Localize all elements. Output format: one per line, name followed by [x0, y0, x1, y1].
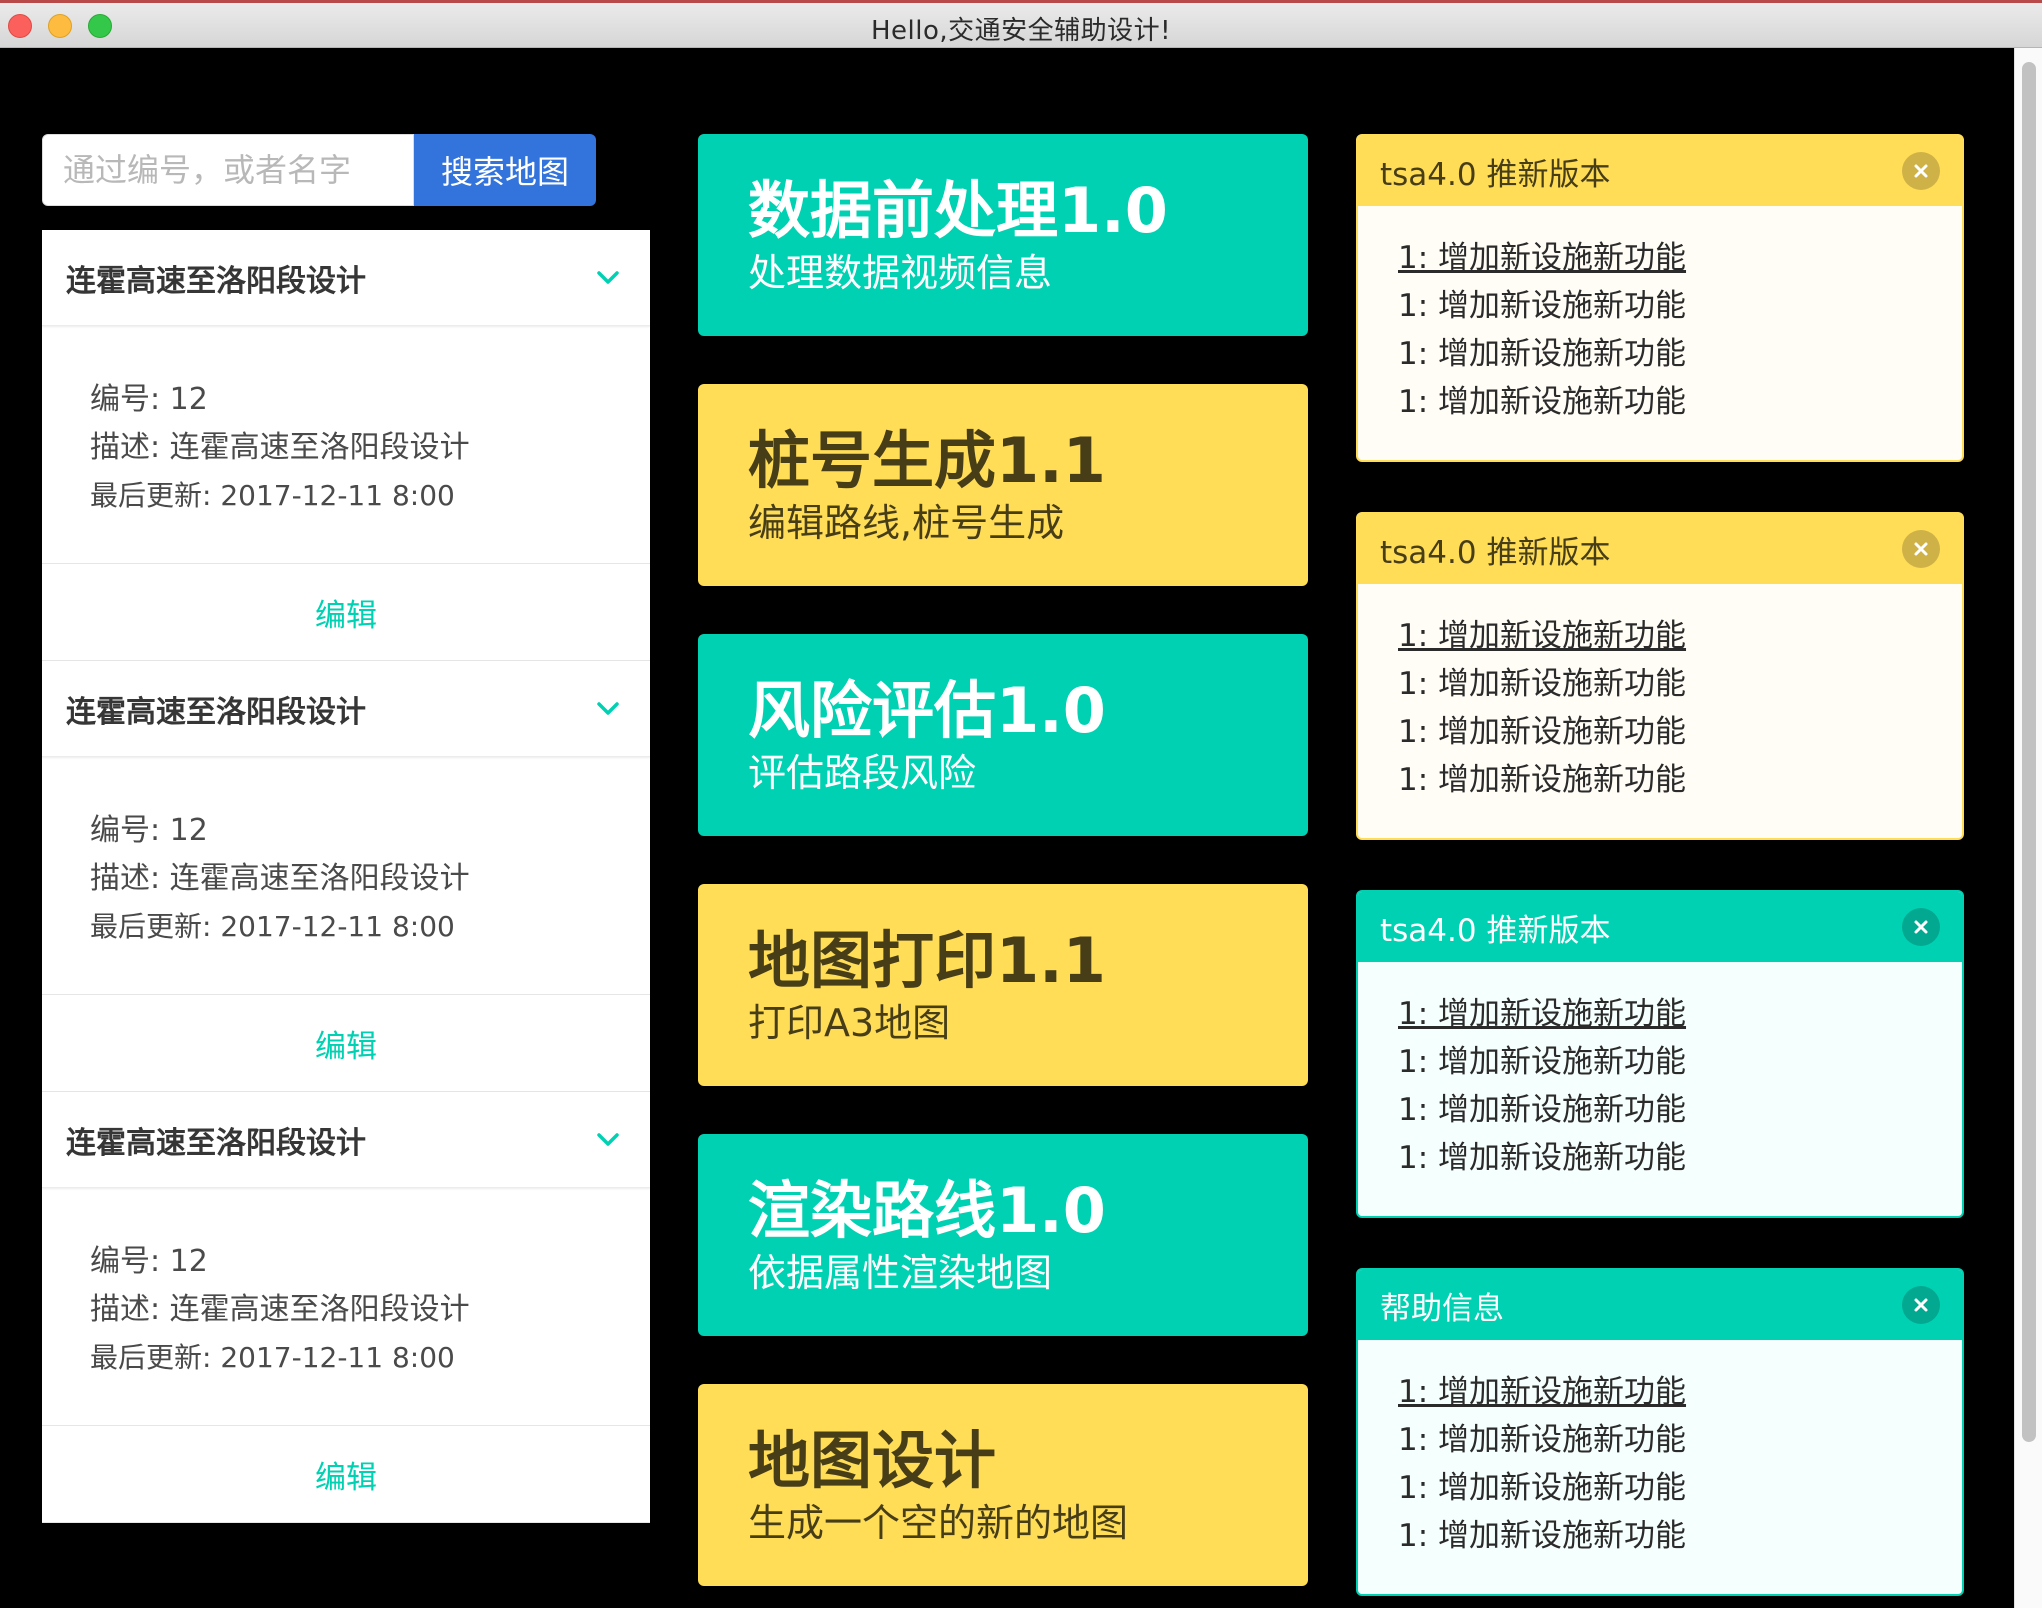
release-notes-message: tsa4.0 推新版本 1: 增加新设施新功能 1: 增加新设施新功能 1: 增…	[1356, 890, 1964, 1218]
card-header[interactable]: 连霍高速至洛阳段设计	[42, 230, 650, 326]
message-title: tsa4.0 推新版本	[1380, 534, 1611, 571]
close-icon[interactable]	[1902, 152, 1940, 190]
message-header: tsa4.0 推新版本	[1358, 136, 1962, 206]
card-edit-link[interactable]: 编辑	[315, 1021, 377, 1066]
message-item: 1: 增加新设施新功能	[1398, 336, 1687, 372]
message-item: 1: 增加新设施新功能	[1398, 288, 1687, 324]
message-link[interactable]: 1: 增加新设施新功能	[1398, 1368, 1962, 1416]
card-last-updated: 最后更新: 2017-12-11 8:00	[90, 479, 455, 512]
tile-risk-assessment[interactable]: 风险评估1.0 评估路段风险	[698, 634, 1308, 836]
chevron-down-icon[interactable]	[590, 691, 626, 727]
message-link[interactable]: 1: 增加新设施新功能	[1398, 990, 1962, 1038]
message-header: 帮助信息	[1358, 1270, 1962, 1340]
tile-map-design[interactable]: 地图设计 生成一个空的新的地图	[698, 1384, 1308, 1586]
message-item: 1: 增加新设施新功能	[1398, 762, 1687, 798]
card-footer: 编辑	[42, 564, 650, 660]
help-info-message: 帮助信息 1: 增加新设施新功能 1: 增加新设施新功能 1: 增加新设施新功能…	[1356, 1268, 1964, 1596]
close-icon[interactable]	[1902, 1286, 1940, 1324]
card-description: 描述: 连霍高速至洛阳段设计	[90, 1292, 470, 1327]
search-map-button[interactable]: 搜索地图	[414, 134, 596, 206]
card-content: 编号: 12 描述: 连霍高速至洛阳段设计 最后更新: 2017-12-11 8…	[42, 1188, 650, 1426]
window-title: Hello,交通安全辅助设计!	[870, 16, 1172, 46]
message-body: 1: 增加新设施新功能 1: 增加新设施新功能 1: 增加新设施新功能 1: 增…	[1358, 584, 1962, 804]
map-card: 连霍高速至洛阳段设计 编号: 12 描述: 连霍高速至洛阳段设计 最后更新: 2…	[42, 1092, 650, 1523]
search-input[interactable]	[42, 134, 414, 206]
card-id: 编号: 12	[90, 382, 208, 417]
message-item: 1: 增加新设施新功能	[1398, 1044, 1687, 1080]
card-footer: 编辑	[42, 1426, 650, 1522]
message-link[interactable]: 1: 增加新设施新功能	[1398, 612, 1962, 660]
card-id: 编号: 12	[90, 813, 208, 848]
map-card-list: 连霍高速至洛阳段设计 编号: 12 描述: 连霍高速至洛阳段设计 最后更新: 2…	[42, 230, 650, 1523]
card-last-updated: 最后更新: 2017-12-11 8:00	[90, 910, 455, 943]
card-title: 连霍高速至洛阳段设计	[66, 1125, 366, 1161]
message-item: 1: 增加新设施新功能	[1398, 1470, 1687, 1506]
message-body: 1: 增加新设施新功能 1: 增加新设施新功能 1: 增加新设施新功能 1: 增…	[1358, 206, 1962, 426]
tile-subtitle: 编辑路线,桩号生成	[748, 501, 1065, 545]
card-title: 连霍高速至洛阳段设计	[66, 694, 366, 730]
message-title: tsa4.0 推新版本	[1380, 912, 1611, 949]
message-header: tsa4.0 推新版本	[1358, 892, 1962, 962]
card-id: 编号: 12	[90, 1244, 208, 1279]
message-title: 帮助信息	[1380, 1290, 1504, 1327]
tile-stake-generation[interactable]: 桩号生成1.1 编辑路线,桩号生成	[698, 384, 1308, 586]
card-content: 编号: 12 描述: 连霍高速至洛阳段设计 最后更新: 2017-12-11 8…	[42, 326, 650, 564]
card-edit-link[interactable]: 编辑	[315, 1452, 377, 1497]
message-item: 1: 增加新设施新功能	[1398, 384, 1687, 420]
card-description: 描述: 连霍高速至洛阳段设计	[90, 861, 470, 896]
tile-subtitle: 生成一个空的新的地图	[748, 1501, 1129, 1545]
tile-title: 桩号生成1.1	[748, 424, 1106, 497]
window-titlebar: Hello,交通安全辅助设计!	[0, 0, 2042, 48]
titlebar-accent-line	[0, 0, 2042, 3]
card-edit-link[interactable]: 编辑	[315, 590, 377, 635]
tile-title: 风险评估1.0	[748, 674, 1106, 747]
card-footer: 编辑	[42, 995, 650, 1091]
tile-title: 地图打印1.1	[748, 924, 1106, 997]
message-item: 1: 增加新设施新功能	[1398, 1140, 1687, 1176]
message-item: 1: 增加新设施新功能	[1398, 1518, 1687, 1554]
card-last-updated: 最后更新: 2017-12-11 8:00	[90, 1341, 455, 1374]
card-title: 连霍高速至洛阳段设计	[66, 263, 366, 299]
release-notes-message: tsa4.0 推新版本 1: 增加新设施新功能 1: 增加新设施新功能 1: 增…	[1356, 512, 1964, 840]
close-icon[interactable]	[1902, 908, 1940, 946]
tile-render-route[interactable]: 渲染路线1.0 依据属性渲染地图	[698, 1134, 1308, 1336]
card-header[interactable]: 连霍高速至洛阳段设计	[42, 661, 650, 757]
tile-subtitle: 打印A3地图	[748, 1001, 951, 1045]
message-item: 1: 增加新设施新功能	[1398, 714, 1687, 750]
tile-map-print[interactable]: 地图打印1.1 打印A3地图	[698, 884, 1308, 1086]
tile-subtitle: 评估路段风险	[748, 751, 977, 795]
message-item: 1: 增加新设施新功能	[1398, 666, 1687, 702]
map-card: 连霍高速至洛阳段设计 编号: 12 描述: 连霍高速至洛阳段设计 最后更新: 2…	[42, 661, 650, 1092]
map-card: 连霍高速至洛阳段设计 编号: 12 描述: 连霍高速至洛阳段设计 最后更新: 2…	[42, 230, 650, 661]
tile-subtitle: 处理数据视频信息	[748, 251, 1053, 295]
chevron-down-icon[interactable]	[590, 260, 626, 296]
message-item: 1: 增加新设施新功能	[1398, 1092, 1687, 1128]
tile-subtitle: 依据属性渲染地图	[748, 1251, 1053, 1295]
card-description: 描述: 连霍高速至洛阳段设计	[90, 430, 470, 465]
card-header[interactable]: 连霍高速至洛阳段设计	[42, 1092, 650, 1188]
message-item: 1: 增加新设施新功能	[1398, 1422, 1687, 1458]
message-link[interactable]: 1: 增加新设施新功能	[1398, 234, 1962, 282]
card-content: 编号: 12 描述: 连霍高速至洛阳段设计 最后更新: 2017-12-11 8…	[42, 757, 650, 995]
message-title: tsa4.0 推新版本	[1380, 156, 1611, 193]
chevron-down-icon[interactable]	[590, 1122, 626, 1158]
message-body: 1: 增加新设施新功能 1: 增加新设施新功能 1: 增加新设施新功能 1: 增…	[1358, 1340, 1962, 1560]
tile-title: 渲染路线1.0	[748, 1174, 1106, 1247]
close-icon[interactable]	[1902, 530, 1940, 568]
message-body: 1: 增加新设施新功能 1: 增加新设施新功能 1: 增加新设施新功能 1: 增…	[1358, 962, 1962, 1182]
tile-title: 地图设计	[748, 1424, 997, 1497]
scrollbar-thumb[interactable]	[2022, 62, 2036, 1442]
release-notes-message: tsa4.0 推新版本 1: 增加新设施新功能 1: 增加新设施新功能 1: 增…	[1356, 134, 1964, 462]
tile-title: 数据前处理1.0	[748, 174, 1168, 247]
message-header: tsa4.0 推新版本	[1358, 514, 1962, 584]
tile-data-preprocess[interactable]: 数据前处理1.0 处理数据视频信息	[698, 134, 1308, 336]
